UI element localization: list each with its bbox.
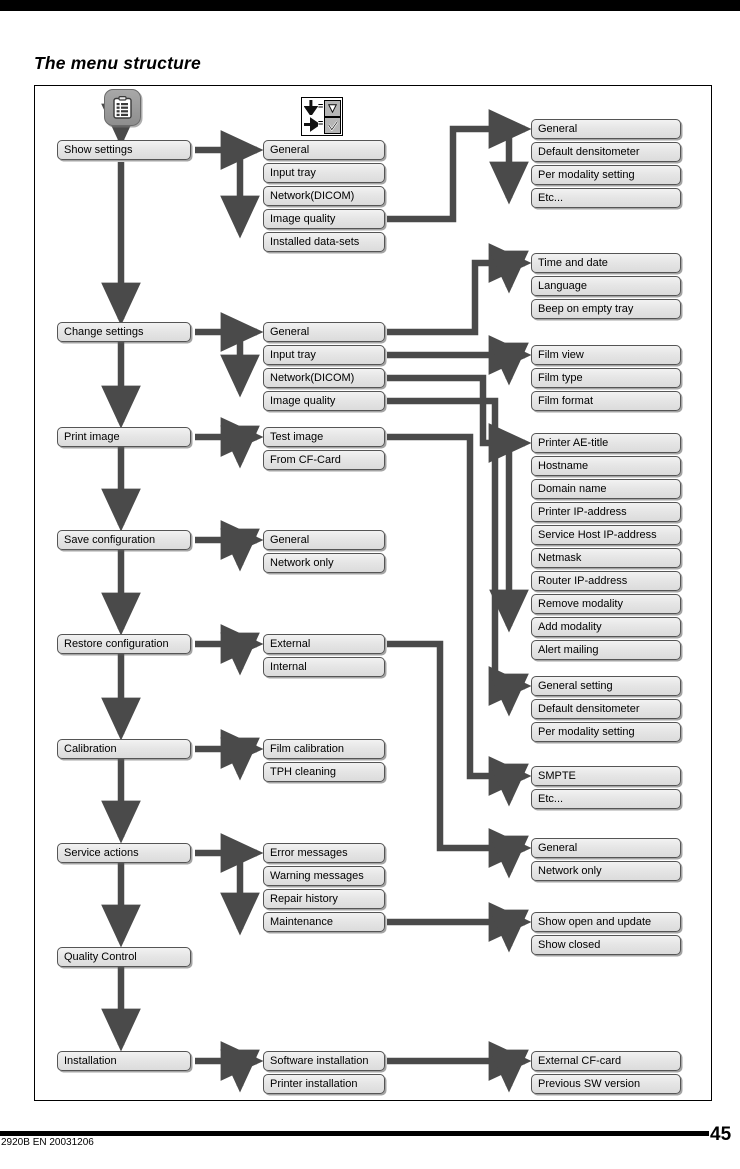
option-restore-network-only[interactable]: Network only — [531, 861, 681, 881]
submenu-repair-history[interactable]: Repair history — [263, 889, 385, 909]
submenu-tph-cleaning[interactable]: TPH cleaning — [263, 762, 385, 782]
option-show-etc[interactable]: Etc... — [531, 188, 681, 208]
bottom-rule — [0, 1131, 709, 1136]
option-show-per-modality-setting[interactable]: Per modality setting — [531, 165, 681, 185]
option-add-modality[interactable]: Add modality — [531, 617, 681, 637]
option-film-type[interactable]: Film type — [531, 368, 681, 388]
submenu-print-test-image[interactable]: Test image — [263, 427, 385, 447]
option-beep-on-empty-tray[interactable]: Beep on empty tray — [531, 299, 681, 319]
submenu-film-calibration[interactable]: Film calibration — [263, 739, 385, 759]
check-key-glyph — [324, 117, 341, 134]
submenu-printer-installation[interactable]: Printer installation — [263, 1074, 385, 1094]
option-remove-modality[interactable]: Remove modality — [531, 594, 681, 614]
legend-row-down: = — [304, 100, 341, 117]
submenu-save-general[interactable]: General — [263, 530, 385, 550]
menu-list-icon — [104, 89, 141, 126]
submenu-software-installation[interactable]: Software installation — [263, 1051, 385, 1071]
submenu-show-general[interactable]: General — [263, 140, 385, 160]
right-arrow-icon — [304, 117, 318, 132]
submenu-change-image-quality[interactable]: Image quality — [263, 391, 385, 411]
submenu-print-from-cf-card[interactable]: From CF-Card — [263, 450, 385, 470]
option-previous-sw-version[interactable]: Previous SW version — [531, 1074, 681, 1094]
option-printer-ae-title[interactable]: Printer AE-title — [531, 433, 681, 453]
option-router-ip-address[interactable]: Router IP-address — [531, 571, 681, 591]
option-printer-ip-address[interactable]: Printer IP-address — [531, 502, 681, 522]
legend-row-right: = — [304, 117, 341, 134]
menu-item-installation[interactable]: Installation — [57, 1051, 191, 1071]
submenu-warning-messages[interactable]: Warning messages — [263, 866, 385, 886]
submenu-restore-internal[interactable]: Internal — [263, 657, 385, 677]
menu-item-print-image[interactable]: Print image — [57, 427, 191, 447]
menu-item-save-configuration[interactable]: Save configuration — [57, 530, 191, 550]
option-change-per-modality-setting[interactable]: Per modality setting — [531, 722, 681, 742]
page-title: The menu structure — [34, 52, 201, 73]
page-number: 45 — [710, 1124, 732, 1145]
check-icon — [327, 120, 338, 131]
legend-equals-right: = — [318, 118, 324, 128]
submenu-show-image-quality[interactable]: Image quality — [263, 209, 385, 229]
submenu-change-network-dicom[interactable]: Network(DICOM) — [263, 368, 385, 388]
submenu-show-network-dicom[interactable]: Network(DICOM) — [263, 186, 385, 206]
option-show-open-and-update[interactable]: Show open and update — [531, 912, 681, 932]
option-time-and-date[interactable]: Time and date — [531, 253, 681, 273]
option-general-setting[interactable]: General setting — [531, 676, 681, 696]
submenu-show-installed-data-sets[interactable]: Installed data-sets — [263, 232, 385, 252]
submenu-error-messages[interactable]: Error messages — [263, 843, 385, 863]
option-language[interactable]: Language — [531, 276, 681, 296]
top-rule — [0, 0, 740, 11]
menu-structure-diagram: = = Show settings Change settings Print … — [34, 85, 712, 1101]
submenu-change-input-tray[interactable]: Input tray — [263, 345, 385, 365]
legend-equals-down: = — [318, 101, 324, 111]
down-arrow-icon — [304, 100, 318, 115]
submenu-restore-external[interactable]: External — [263, 634, 385, 654]
option-hostname[interactable]: Hostname — [531, 456, 681, 476]
option-film-format[interactable]: Film format — [531, 391, 681, 411]
option-smpte[interactable]: SMPTE — [531, 766, 681, 786]
submenu-change-general[interactable]: General — [263, 322, 385, 342]
option-film-view[interactable]: Film view — [531, 345, 681, 365]
option-service-host-ip-address[interactable]: Service Host IP-address — [531, 525, 681, 545]
option-show-default-densitometer[interactable]: Default densitometer — [531, 142, 681, 162]
option-domain-name[interactable]: Domain name — [531, 479, 681, 499]
option-restore-general[interactable]: General — [531, 838, 681, 858]
option-show-general[interactable]: General — [531, 119, 681, 139]
clipboard-icon — [113, 96, 132, 119]
menu-item-service-actions[interactable]: Service actions — [57, 843, 191, 863]
legend-box: = = — [301, 97, 343, 136]
menu-item-calibration[interactable]: Calibration — [57, 739, 191, 759]
menu-item-change-settings[interactable]: Change settings — [57, 322, 191, 342]
option-netmask[interactable]: Netmask — [531, 548, 681, 568]
submenu-maintenance[interactable]: Maintenance — [263, 912, 385, 932]
footer-document-code: 2920B EN 20031206 — [1, 1137, 94, 1148]
submenu-save-network-only[interactable]: Network only — [263, 553, 385, 573]
chevron-down-icon — [328, 104, 337, 113]
submenu-show-input-tray[interactable]: Input tray — [263, 163, 385, 183]
menu-item-restore-configuration[interactable]: Restore configuration — [57, 634, 191, 654]
option-alert-mailing[interactable]: Alert mailing — [531, 640, 681, 660]
option-show-closed[interactable]: Show closed — [531, 935, 681, 955]
option-change-default-densitometer[interactable]: Default densitometer — [531, 699, 681, 719]
down-key-glyph — [324, 100, 341, 117]
menu-item-show-settings[interactable]: Show settings — [57, 140, 191, 160]
option-external-cf-card[interactable]: External CF-card — [531, 1051, 681, 1071]
menu-item-quality-control[interactable]: Quality Control — [57, 947, 191, 967]
option-test-image-etc[interactable]: Etc... — [531, 789, 681, 809]
